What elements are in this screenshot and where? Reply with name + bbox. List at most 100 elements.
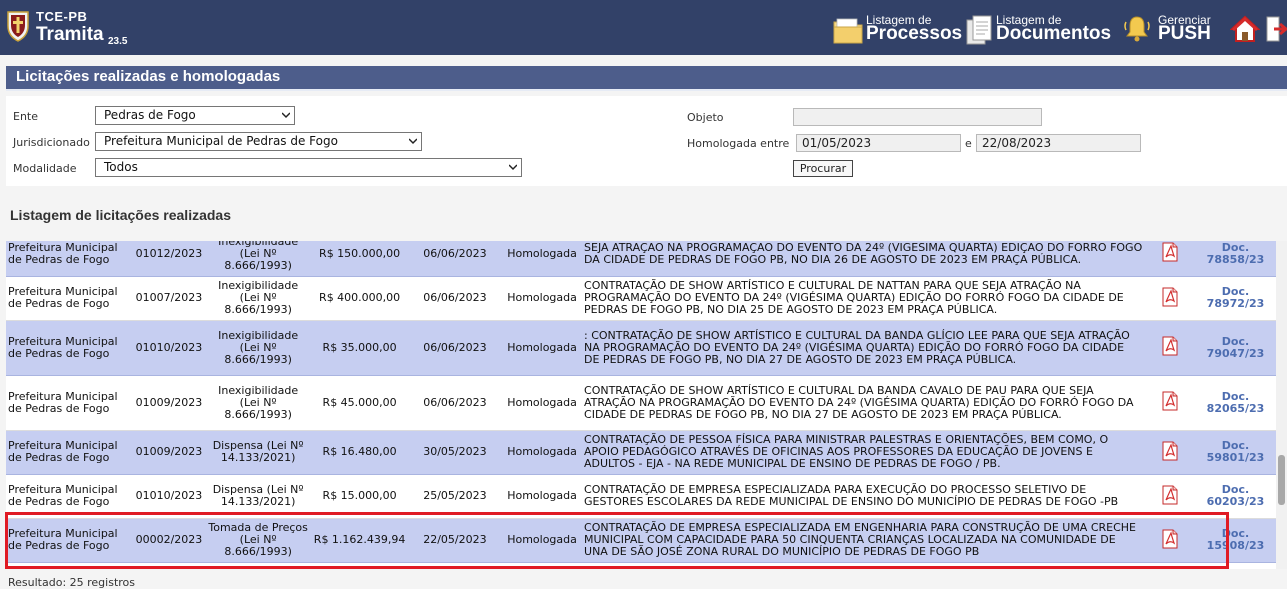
date-to-input[interactable]: 22/08/2023: [976, 134, 1141, 152]
row-numero: 01010/2023: [133, 320, 205, 375]
row-doc-link[interactable]: Doc. 79047/23: [1194, 320, 1276, 375]
pdf-icon[interactable]: [1162, 242, 1178, 262]
list-heading: Listagem de licitações realizadas: [10, 207, 231, 223]
pdf-icon[interactable]: [1162, 287, 1178, 307]
pdf-icon[interactable]: [1162, 529, 1178, 549]
table-row[interactable]: Prefeitura Municipal de Pedras de Fogo 01…: [6, 320, 1276, 375]
row-data: 22/05/2023: [407, 518, 503, 562]
results-list: Prefeitura Municipal de Pedras de Fogo 01…: [6, 241, 1276, 569]
row-doc-link[interactable]: Doc. 78858/23: [1194, 241, 1276, 276]
row-situacao: Homologada: [502, 241, 583, 276]
row-ente: Prefeitura Municipal de Pedras de Fogo: [6, 474, 134, 518]
objeto-label: Objeto: [687, 111, 724, 124]
nav-listagem-processos[interactable]: Listagem de Processos: [832, 12, 962, 48]
brand-version: 23.5: [108, 36, 128, 47]
nav-push-big: PUSH: [1158, 23, 1211, 44]
row-pdf-link[interactable]: [1144, 375, 1195, 430]
brand-app-name: Tramita: [36, 24, 104, 45]
row-situacao: Homologada: [502, 430, 583, 474]
row-valor: R$ 15.000,00: [311, 474, 408, 518]
bell-icon: [1124, 16, 1150, 42]
objeto-input[interactable]: [793, 108, 1042, 126]
table-row[interactable]: Prefeitura Municipal de Pedras de Fogo00…: [6, 562, 1276, 569]
folder-icon: [833, 18, 863, 44]
table-row[interactable]: Prefeitura Municipal de Pedras de Fogo 01…: [6, 375, 1276, 430]
row-pdf-link[interactable]: [1144, 430, 1195, 474]
row-numero: 00002/2023: [133, 518, 205, 562]
row-pdf-link[interactable]: [1144, 518, 1195, 562]
nav-documentos-big: Documentos: [996, 23, 1112, 44]
chevron-down-icon: [282, 112, 290, 119]
nav-gerenciar-push[interactable]: Gerenciar PUSH: [1122, 12, 1218, 48]
top-navigation-bar: TCE-PB Tramita 23.5 Listagem de Processo…: [0, 0, 1287, 55]
chevron-down-icon: [409, 138, 417, 145]
results-table: Prefeitura Municipal de Pedras de Fogo 01…: [6, 241, 1276, 569]
home-icon[interactable]: [1230, 14, 1260, 44]
brand-org-name: TCE-PB: [36, 9, 88, 24]
row-data: 06/06/2023: [407, 320, 503, 375]
documents-icon: [966, 15, 992, 45]
row-situacao: Homologada: [502, 474, 583, 518]
row-doc-link[interactable]: Doc. 60203/23: [1194, 474, 1276, 518]
row-modalidade: Inexigibilidade (Lei Nº 8.666/1993): [204, 241, 312, 276]
pdf-icon[interactable]: [1162, 441, 1178, 461]
filter-panel: Ente Pedras de Fogo Jurisdicionado Prefe…: [6, 96, 1287, 186]
row-objeto: SEJA ATRAÇAO NA PROGRAMAÇAO DO EVENTO DA…: [582, 241, 1145, 276]
date-from-input[interactable]: 01/05/2023: [796, 134, 961, 152]
row-pdf-link[interactable]: [1144, 320, 1195, 375]
page-title: Licitações realizadas e homologadas: [16, 68, 281, 85]
row-doc-link[interactable]: Doc. 78972/23: [1194, 276, 1276, 320]
row-modalidade: Inexigibilidade (Lei Nº 8.666/1993): [204, 320, 312, 375]
row-situacao: Homologada: [502, 375, 583, 430]
logout-icon[interactable]: [1266, 14, 1287, 44]
date-range-separator: e: [965, 137, 972, 150]
row-objeto: CONTRATAÇÃO DE PESSOA FÍSICA PARA MINIST…: [582, 430, 1145, 474]
row-pdf-link[interactable]: [1144, 474, 1195, 518]
row-numero: 01009/2023: [133, 430, 205, 474]
modalidade-select[interactable]: Todos: [95, 158, 522, 177]
row-ente: Prefeitura Municipal de Pedras de Fogo: [6, 276, 134, 320]
row-valor: R$ 1.162.439,94: [311, 518, 408, 562]
row-doc-link[interactable]: Doc.: [1194, 562, 1276, 569]
row-doc-link[interactable]: Doc. 59801/23: [1194, 430, 1276, 474]
ente-select-value: Pedras de Fogo: [104, 108, 196, 122]
table-row[interactable]: Prefeitura Municipal de Pedras de Fogo 01…: [6, 430, 1276, 474]
table-row[interactable]: Prefeitura Municipal de Pedras de Fogo 01…: [6, 241, 1276, 276]
search-button[interactable]: Procurar: [793, 160, 853, 177]
pdf-icon[interactable]: [1162, 336, 1178, 356]
row-data: 11/05/2023: [407, 562, 503, 569]
tce-pb-crest-icon: [7, 11, 29, 42]
row-doc-link[interactable]: Doc. 82065/23: [1194, 375, 1276, 430]
scrollbar-thumb[interactable]: [1278, 455, 1285, 505]
row-valor: R$ 45.000,00: [311, 375, 408, 430]
row-doc-link[interactable]: Doc. 15908/23: [1194, 518, 1276, 562]
row-data: 06/06/2023: [407, 375, 503, 430]
row-modalidade: Inexigibilidade (Lei Nº 8.666/1993): [204, 375, 312, 430]
pdf-icon[interactable]: [1162, 485, 1178, 505]
row-objeto: CONTRATAÇÃO DE SHOW ARTÍSTICO E CULTURAL…: [582, 375, 1145, 430]
nav-listagem-documentos[interactable]: Listagem de Documentos: [965, 12, 1115, 48]
row-numero: 01010/2023: [133, 474, 205, 518]
row-ente: Prefeitura Municipal de Pedras de Fogo: [6, 241, 134, 276]
results-scrollbar[interactable]: [1276, 241, 1287, 569]
row-objeto: AQUISIÇÃO DE TRAVES DE FUTEBOL DE CAMPO …: [582, 562, 1145, 569]
row-valor: R$ 79.000,00: [311, 562, 408, 569]
row-pdf-link[interactable]: [1144, 562, 1195, 569]
row-pdf-link[interactable]: [1144, 276, 1195, 320]
ente-select[interactable]: Pedras de Fogo: [95, 106, 295, 125]
pdf-icon[interactable]: [1162, 391, 1178, 411]
row-ente: Prefeitura Municipal de Pedras de Fogo: [6, 430, 134, 474]
row-modalidade: Dispensa (Lei Nº 14.133/2021): [204, 562, 312, 569]
row-ente: Prefeitura Municipal de Pedras de Fogo: [6, 562, 134, 569]
modalidade-select-value: Todos: [104, 160, 138, 174]
table-row[interactable]: Prefeitura Municipal de Pedras de Fogo 01…: [6, 474, 1276, 518]
table-row[interactable]: Prefeitura Municipal de Pedras de Fogo00…: [6, 518, 1276, 562]
table-row[interactable]: Prefeitura Municipal de Pedras de Fogo 01…: [6, 276, 1276, 320]
row-objeto: CONTRATAÇÃO DE EMPRESA ESPECIALIZADA EM …: [582, 518, 1145, 562]
homologada-label: Homologada entre: [687, 137, 790, 150]
jurisdicionado-select[interactable]: Prefeitura Municipal de Pedras de Fogo: [95, 132, 422, 151]
row-objeto: CONTRATAÇÃO DE SHOW ARTÍSTICO E CULTURAL…: [582, 276, 1145, 320]
chevron-down-icon: [509, 164, 517, 171]
row-pdf-link[interactable]: [1144, 241, 1195, 276]
row-data: 25/05/2023: [407, 474, 503, 518]
